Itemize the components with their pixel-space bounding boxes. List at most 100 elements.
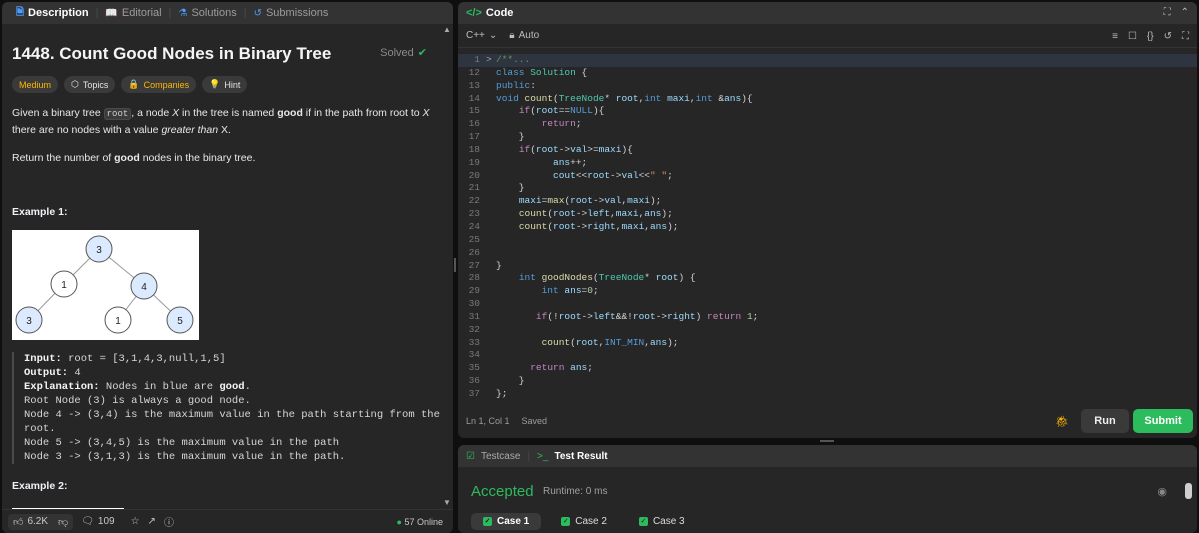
tab-submissions[interactable]: ↺ Submissions bbox=[248, 7, 335, 19]
code-line[interactable]: 15 if(root==NULL){ bbox=[458, 105, 1197, 118]
code-line[interactable]: 27} bbox=[458, 260, 1197, 273]
code-text: } bbox=[496, 182, 525, 194]
code-line[interactable]: 13 public: bbox=[458, 80, 1197, 93]
code-line[interactable]: 24 count(root->right,maxi,ans); bbox=[458, 221, 1197, 234]
fold-icon bbox=[486, 272, 496, 285]
code-line[interactable]: 19 ans++; bbox=[458, 157, 1197, 170]
case-tab-2[interactable]: ✓ Case 2 bbox=[549, 513, 619, 530]
fold-icon bbox=[486, 349, 496, 362]
code-line[interactable]: 37}; bbox=[458, 388, 1197, 399]
code-line[interactable]: 16 return; bbox=[458, 118, 1197, 131]
debug-icon[interactable]: 🐞︎ bbox=[1055, 415, 1069, 428]
fold-icon[interactable]: > bbox=[486, 54, 496, 67]
tab-submissions-label: Submissions bbox=[265, 7, 329, 19]
description-scroll[interactable]: 1448. Count Good Nodes in Binary Tree Me… bbox=[2, 24, 443, 509]
code-editor[interactable]: 1 >/**... 12 class Solution {13 public: 14 voi… bbox=[458, 54, 1197, 399]
braces-icon[interactable]: {} bbox=[1147, 31, 1154, 42]
fold-icon bbox=[486, 388, 496, 399]
code-line[interactable]: 17 } bbox=[458, 131, 1197, 144]
bookmark-icon[interactable]: ☐ bbox=[1128, 31, 1137, 42]
star-icon[interactable]: ☆ bbox=[131, 516, 140, 527]
thumbs-up-icon: 👍︎ bbox=[13, 516, 24, 528]
case-label: Case 2 bbox=[575, 516, 607, 527]
fold-icon bbox=[486, 324, 496, 337]
description-scrollbar[interactable]: ▲ ▼ bbox=[443, 26, 451, 507]
code-line[interactable]: 18 if(root->val>=maxi){ bbox=[458, 144, 1197, 157]
example-2-heading: Example 2: bbox=[12, 480, 68, 492]
svg-text:3: 3 bbox=[96, 245, 102, 256]
fold-icon bbox=[486, 234, 496, 247]
result-status: Accepted bbox=[471, 483, 534, 500]
svg-text:1: 1 bbox=[61, 280, 67, 291]
line-number: 27 bbox=[468, 259, 480, 271]
eye-icon[interactable]: ◉ bbox=[1157, 485, 1167, 498]
comments-button[interactable]: 🗨︎ 109 bbox=[81, 516, 114, 527]
code-line[interactable]: 31 if(!root->left&&!root->right) return … bbox=[458, 311, 1197, 324]
tab-editorial[interactable]: 📖 Editorial bbox=[99, 7, 167, 19]
result-scrollbar[interactable] bbox=[1185, 483, 1192, 499]
run-button[interactable]: Run bbox=[1081, 409, 1129, 433]
vertical-resize-handle[interactable] bbox=[454, 258, 456, 272]
reset-icon[interactable]: ↺ bbox=[1164, 31, 1172, 42]
code-line[interactable]: 26 bbox=[458, 247, 1197, 260]
code-line[interactable]: 33 count(root,INT_MIN,ans); bbox=[458, 337, 1197, 350]
code-line[interactable]: 30 bbox=[458, 298, 1197, 311]
example-1-heading: Example 1: bbox=[12, 206, 68, 218]
line-number: 33 bbox=[468, 336, 480, 348]
tab-solutions[interactable]: ⚗ Solutions bbox=[172, 7, 242, 19]
fold-icon bbox=[486, 80, 496, 93]
code-text: if(root->val>=maxi){ bbox=[518, 143, 633, 155]
code-line[interactable]: 25 bbox=[458, 234, 1197, 247]
chevron-up-icon[interactable]: ⌃ bbox=[1181, 7, 1189, 18]
code-line[interactable]: 20 cout<<root->val<<" "; bbox=[458, 170, 1197, 183]
tab-testcase[interactable]: Testcase bbox=[481, 451, 520, 462]
code-line[interactable]: 29 int ans=0; bbox=[458, 285, 1197, 298]
check-icon: ✓ bbox=[561, 517, 571, 526]
submit-button[interactable]: Submit bbox=[1133, 409, 1193, 433]
example-1-block: Input: root = [3,1,4,3,null,1,5] Output:… bbox=[12, 352, 440, 464]
maximize-icon[interactable]: ⛶ bbox=[1164, 7, 1171, 18]
code-line[interactable]: 23 count(root->left,maxi,ans); bbox=[458, 208, 1197, 221]
horizontal-resize-handle[interactable] bbox=[820, 440, 834, 442]
code-window-controls: ⛶ ⌃ bbox=[1164, 7, 1189, 18]
code-line[interactable]: 35 return ans; bbox=[458, 362, 1197, 375]
companies-button[interactable]: 🔒 Companies bbox=[121, 76, 197, 93]
code-text: count(root->left,maxi,ans); bbox=[518, 208, 673, 220]
scroll-down-icon[interactable]: ▼ bbox=[443, 499, 451, 507]
code-line[interactable]: 14 void count(TreeNode* root,int maxi,int… bbox=[458, 93, 1197, 106]
tree-node: 1 bbox=[50, 270, 78, 298]
format-icon[interactable]: ≡ bbox=[1112, 31, 1118, 42]
example-1-tree-image: 3 1 4 3 1 5 bbox=[12, 230, 199, 340]
tree-node: 1 bbox=[104, 306, 132, 334]
code-text: count(root->right,maxi,ans); bbox=[518, 220, 679, 232]
code-text: public: bbox=[496, 79, 536, 91]
auto-mode[interactable]: 🔒︎ Auto bbox=[509, 30, 539, 41]
online-label: 57 Online bbox=[404, 516, 443, 527]
code-line[interactable]: 22 maxi=max(root->val,maxi); bbox=[458, 195, 1197, 208]
fullscreen-icon[interactable]: ⛶ bbox=[1182, 31, 1189, 42]
code-line[interactable]: 28 int goodNodes(TreeNode* root) { bbox=[458, 272, 1197, 285]
line-number: 31 bbox=[468, 310, 480, 322]
code-line[interactable]: 12 class Solution { bbox=[458, 67, 1197, 80]
scroll-up-icon[interactable]: ▲ bbox=[443, 26, 451, 34]
book-icon: 📖 bbox=[105, 7, 118, 19]
case-tab-1[interactable]: ✓ Case 1 bbox=[471, 513, 542, 530]
code-icon: </> bbox=[466, 7, 482, 19]
line-number: 28 bbox=[468, 272, 480, 284]
like-button[interactable]: 👍︎ 6.2K 👎︎ bbox=[8, 513, 74, 530]
fold-icon bbox=[486, 170, 496, 183]
code-line[interactable]: 1 >/**... bbox=[458, 54, 1197, 67]
code-header: </> Code ⛶ ⌃ bbox=[458, 2, 1197, 24]
tab-description[interactable]: 🗎 Description bbox=[10, 5, 95, 22]
share-icon[interactable]: ↗ bbox=[148, 516, 156, 527]
code-line[interactable]: 32 bbox=[458, 324, 1197, 337]
topics-button[interactable]: ⬡ Topics bbox=[64, 76, 116, 93]
code-line[interactable]: 36 } bbox=[458, 375, 1197, 388]
hint-button[interactable]: 💡 Hint bbox=[202, 76, 248, 93]
help-icon[interactable]: ⓘ bbox=[164, 514, 174, 529]
case-tab-3[interactable]: ✓ Case 3 bbox=[627, 513, 697, 530]
code-line[interactable]: 34 bbox=[458, 349, 1197, 362]
language-select[interactable]: C++ ⌄ bbox=[466, 30, 497, 41]
code-line[interactable]: 21 } bbox=[458, 182, 1197, 195]
tab-test-result[interactable]: Test Result bbox=[554, 451, 607, 462]
